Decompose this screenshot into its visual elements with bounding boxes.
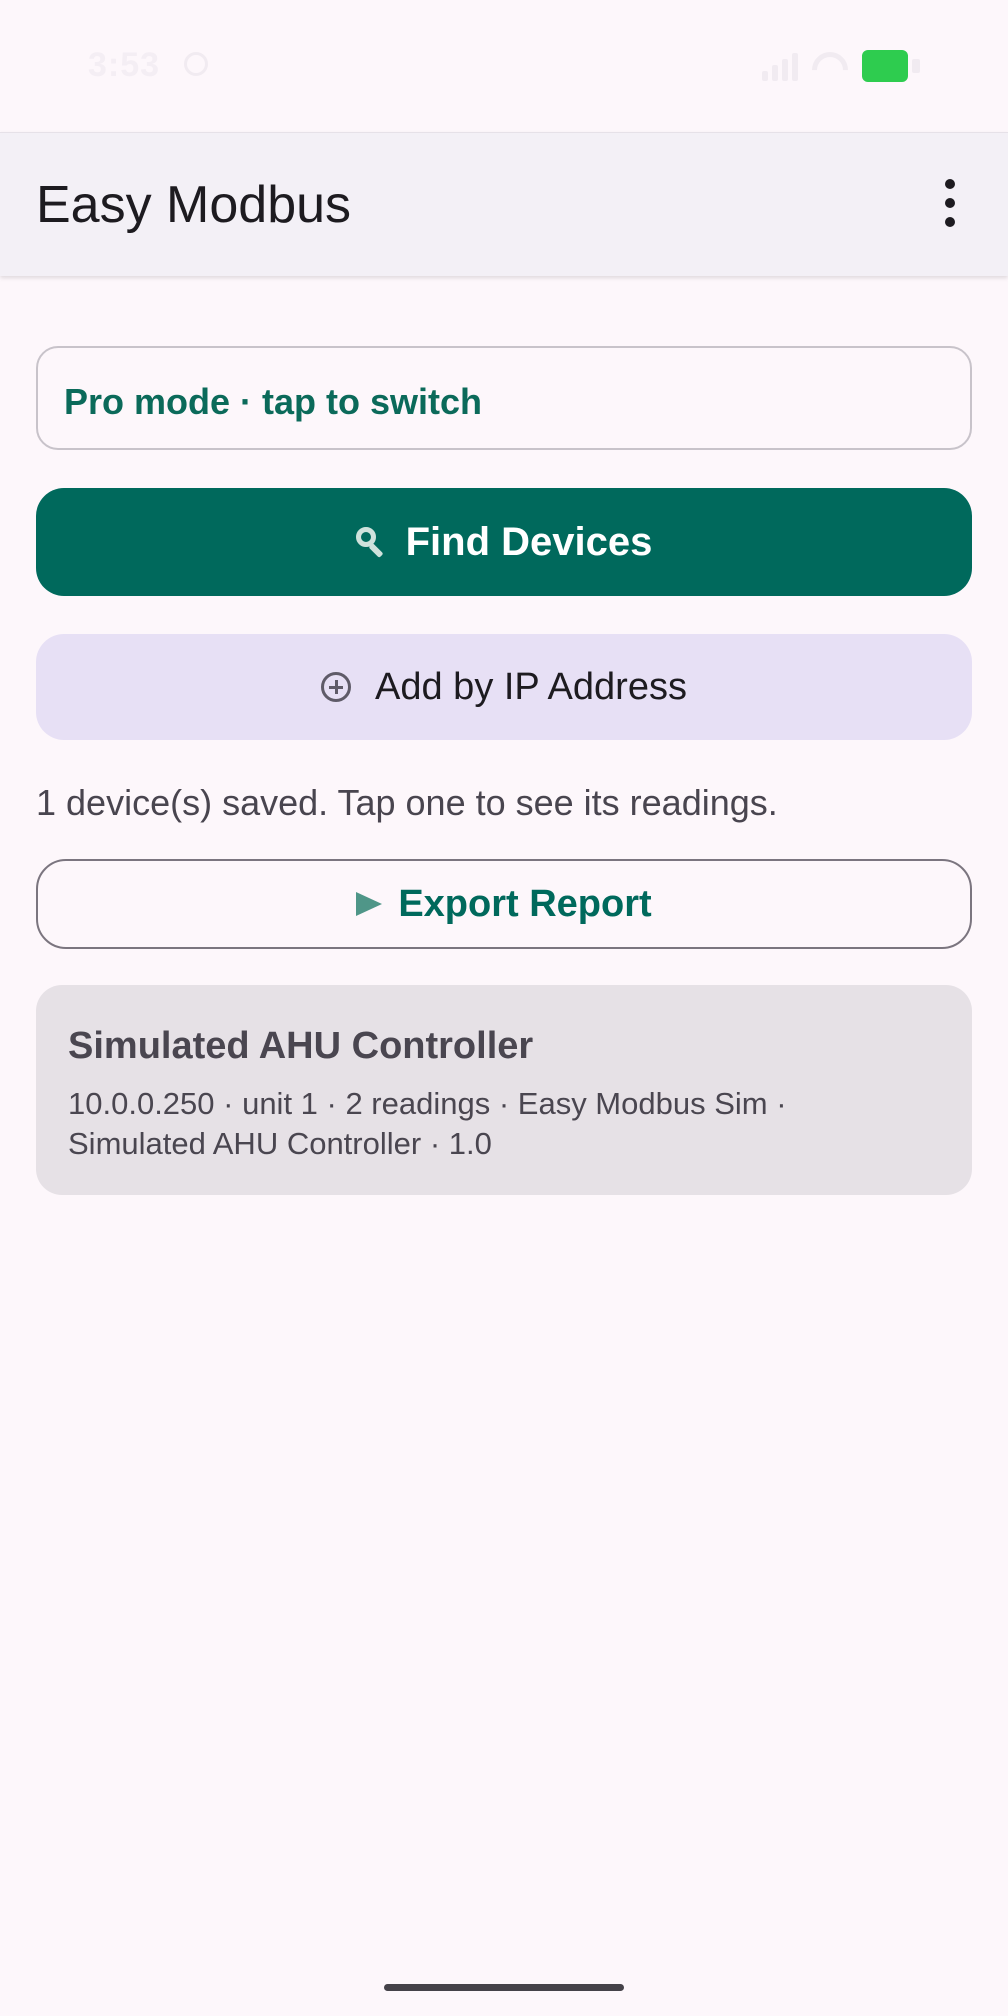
app-bar: Easy Modbus — [0, 132, 1008, 276]
device-name: Simulated AHU Controller — [68, 1025, 534, 1067]
device-card[interactable]: Simulated AHU Controller 10.0.0.250 · un… — [36, 985, 972, 1195]
pro-mode-toggle[interactable]: Pro mode · tap to switch — [36, 346, 972, 450]
wifi-icon — [804, 44, 856, 96]
app-title: Easy Modbus — [36, 176, 352, 234]
pro-mode-label: Pro mode · tap to switch — [64, 381, 483, 422]
saved-devices-summary: 1 device(s) saved. Tap one to see its re… — [36, 782, 778, 823]
export-report-label: Export Report — [398, 882, 652, 925]
battery-icon — [862, 50, 908, 82]
add-by-ip-button[interactable]: Add by IP Address — [36, 634, 972, 740]
status-time: 3:53 — [88, 46, 161, 84]
device-info: 10.0.0.250 · unit 1 · 2 readings · Easy … — [68, 1086, 787, 1161]
add-by-ip-label: Add by IP Address — [375, 665, 687, 708]
more-options-button[interactable] — [920, 173, 980, 233]
send-icon — [356, 892, 383, 916]
add-circle-icon — [321, 672, 352, 702]
home-indicator[interactable] — [384, 1984, 624, 1991]
more-vert-icon-dot — [945, 217, 955, 227]
find-devices-button[interactable]: Find Devices — [36, 488, 972, 596]
signal-icon — [762, 51, 798, 81]
search-icon — [355, 527, 386, 558]
more-vert-icon — [945, 179, 955, 189]
battery-tip — [912, 59, 920, 73]
export-report-button[interactable]: Export Report — [36, 859, 972, 949]
more-vert-icon-dot — [945, 198, 955, 208]
status-bar: 3:53 — [0, 0, 1008, 132]
find-devices-label: Find Devices — [405, 519, 653, 564]
status-icons — [762, 44, 920, 96]
notification-icon — [184, 52, 208, 76]
